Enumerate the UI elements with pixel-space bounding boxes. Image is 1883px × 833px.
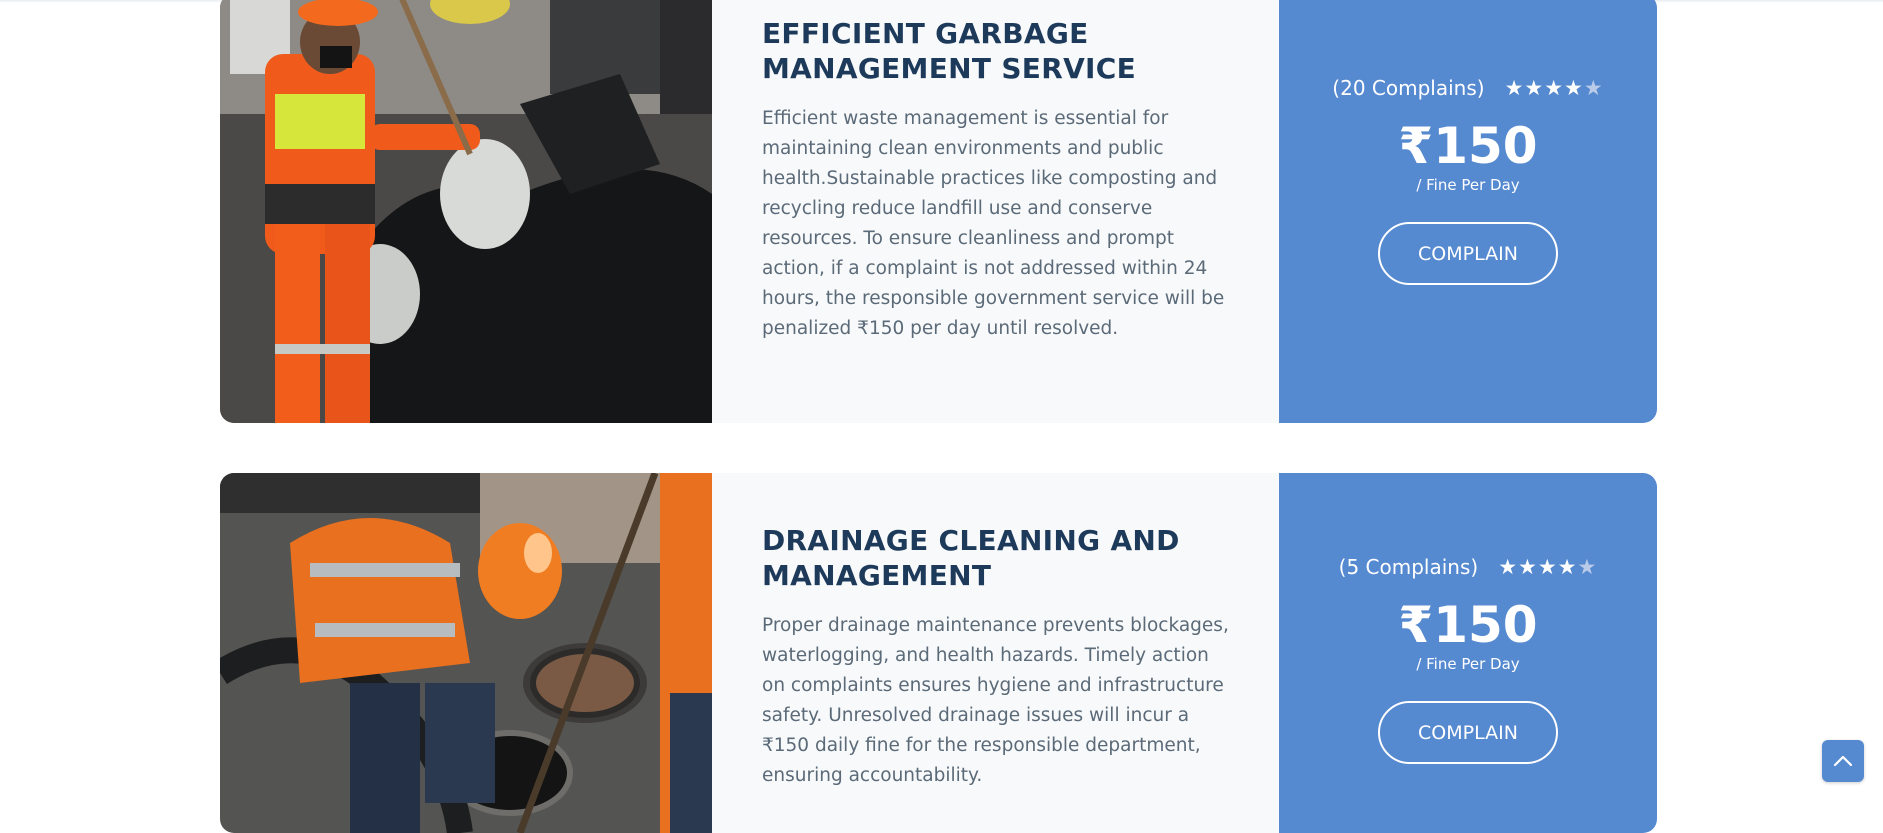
garbage-worker-photo [220,0,712,423]
service-card-garbage: EFFICIENT GARBAGE MANAGEMENT SERVICE Eff… [220,0,1657,423]
service-description: Efficient waste management is essential … [762,108,1225,339]
star-empty-icon: ★ [1583,76,1604,100]
service-content: EFFICIENT GARBAGE MANAGEMENT SERVICE Eff… [712,0,1279,423]
service-content: DRAINAGE CLEANING AND MANAGEMENT Proper … [712,473,1279,833]
drainage-worker-photo [220,473,712,833]
service-title: EFFICIENT GARBAGE MANAGEMENT SERVICE [762,17,1137,85]
star-empty-icon: ★ [1577,555,1598,579]
fine-unit: / Fine Per Day [1416,176,1520,194]
star-icon: ★ [1557,555,1578,579]
complain-button[interactable]: COMPLAIN [1378,701,1558,764]
star-icon: ★ [1498,555,1519,579]
rating-stars: ★ ★ ★ ★ ★ [1505,76,1604,100]
fine-unit: / Fine Per Day [1416,655,1520,673]
service-description: Proper drainage maintenance prevents blo… [762,615,1229,786]
service-title: DRAINAGE CLEANING AND MANAGEMENT [762,524,1180,592]
star-icon: ★ [1524,76,1545,100]
star-icon: ★ [1564,76,1584,100]
service-pricing-panel: (5 Complains) ★ ★ ★ ★ ★ ₹150 / Fine Per … [1279,473,1657,833]
star-icon: ★ [1537,555,1558,579]
star-icon: ★ [1518,555,1538,579]
chevron-up-icon [1833,755,1853,767]
service-pricing-panel: (20 Complains) ★ ★ ★ ★ ★ ₹150 / Fine Per… [1279,0,1657,423]
rating-stars: ★ ★ ★ ★ ★ [1498,555,1597,579]
complain-button[interactable]: COMPLAIN [1378,222,1558,285]
fine-amount: ₹150 [1398,117,1538,175]
rating-row: (20 Complains) ★ ★ ★ ★ ★ [1332,76,1603,100]
rating-row: (5 Complains) ★ ★ ★ ★ ★ [1339,555,1598,579]
complaint-count: (20 Complains) [1332,76,1485,100]
star-icon: ★ [1504,76,1525,100]
fine-amount: ₹150 [1398,596,1538,654]
service-card-drainage: DRAINAGE CLEANING AND MANAGEMENT Proper … [220,473,1657,833]
back-to-top-button[interactable] [1822,740,1864,782]
star-icon: ★ [1544,76,1565,100]
complaint-count: (5 Complains) [1338,555,1479,579]
